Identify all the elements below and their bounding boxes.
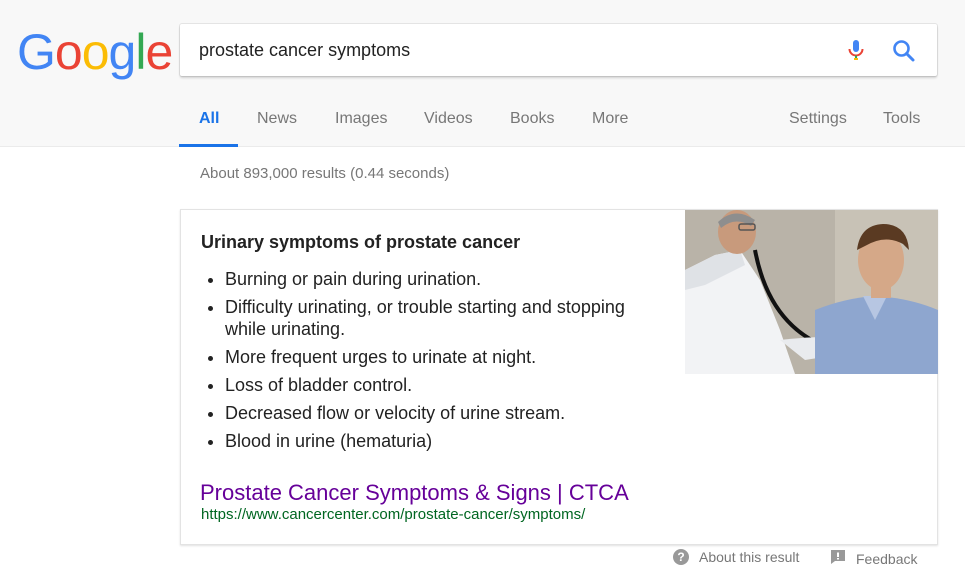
featured-snippet: Urinary symptoms of prostate cancer Burn… (180, 209, 938, 545)
result-title-link[interactable]: Prostate Cancer Symptoms & Signs | CTCA (200, 480, 629, 506)
tab-videos[interactable]: Videos (424, 110, 473, 146)
search-icon[interactable] (890, 37, 918, 65)
tab-books[interactable]: Books (510, 110, 554, 146)
feedback-icon (830, 549, 846, 568)
list-item: Loss of bladder control. (225, 374, 665, 396)
header: Google All News Images Videos Books More… (0, 0, 965, 147)
mic-icon[interactable] (843, 37, 869, 63)
logo-letter: g (108, 24, 137, 80)
logo-letter: o (81, 24, 110, 80)
tab-all[interactable]: All (178, 110, 240, 147)
result-url: https://www.cancercenter.com/prostate-ca… (201, 506, 586, 523)
logo-letter: e (145, 24, 173, 80)
tab-news[interactable]: News (257, 110, 297, 146)
logo-letter: G (17, 24, 56, 80)
result-stats: About 893,000 results (0.44 seconds) (200, 165, 450, 182)
logo-letter: o (54, 24, 83, 80)
feedback-label: Feedback (856, 550, 918, 567)
google-logo[interactable]: Google (17, 24, 173, 80)
tab-tools[interactable]: Tools (883, 110, 920, 146)
logo-letter: l (135, 24, 146, 80)
tab-settings[interactable]: Settings (789, 110, 847, 146)
about-label: About this result (699, 549, 800, 565)
about-this-result[interactable]: ? About this result (673, 549, 799, 565)
search-box (180, 24, 937, 76)
snippet-image[interactable] (685, 210, 938, 374)
list-item: More frequent urges to urinate at night. (225, 346, 665, 368)
list-item: Burning or pain during urination. (225, 268, 665, 290)
tab-bar: All News Images Videos Books More Settin… (0, 100, 965, 147)
list-item: Difficulty urinating, or trouble startin… (225, 296, 665, 340)
help-icon: ? (673, 549, 689, 565)
tab-images[interactable]: Images (335, 110, 387, 146)
list-item: Decreased flow or velocity of urine stre… (225, 402, 665, 424)
snippet-title: Urinary symptoms of prostate cancer (201, 232, 521, 252)
list-item: Blood in urine (hematuria) (225, 430, 665, 452)
search-input[interactable] (199, 38, 799, 62)
snippet-footer: ? About this result Feedback (0, 549, 965, 571)
tab-more[interactable]: More (592, 110, 628, 146)
feedback-button[interactable]: Feedback (830, 549, 917, 568)
snippet-list: Burning or pain during urination. Diffic… (201, 268, 665, 458)
